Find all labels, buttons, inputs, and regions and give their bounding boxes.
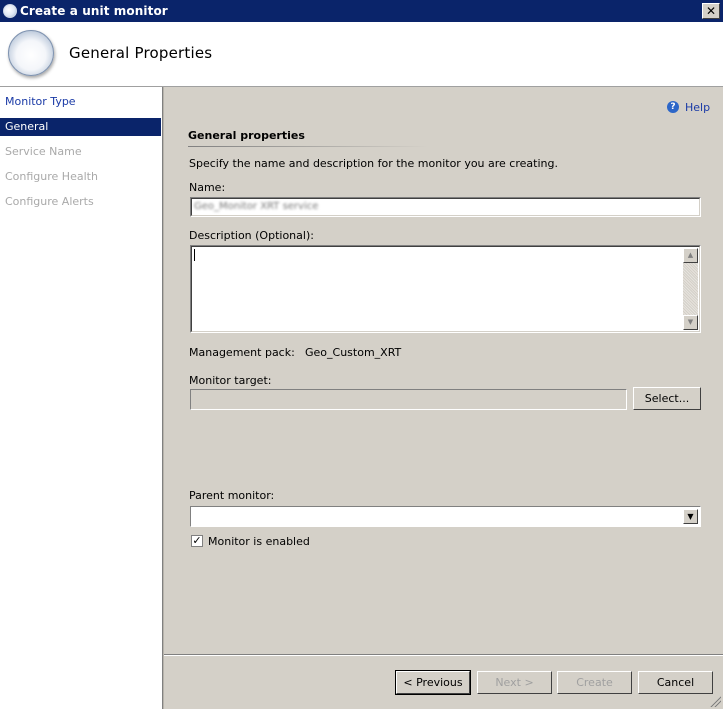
text-caret [194, 249, 195, 261]
section-divider [188, 146, 428, 147]
monitor-wizard-icon [8, 30, 54, 76]
monitor-enabled-label[interactable]: Monitor is enabled [208, 535, 310, 548]
select-target-button[interactable]: Select... [633, 387, 701, 410]
chevron-down-icon[interactable]: ▼ [683, 509, 698, 524]
monitor-enabled-checkbox[interactable]: ✓ [191, 535, 203, 547]
monitor-target-field [190, 389, 627, 410]
footer-divider [164, 654, 723, 656]
section-title: General properties [188, 129, 305, 142]
scroll-up-icon[interactable]: ▲ [683, 248, 698, 263]
title-bar: Create a unit monitor ✕ [0, 0, 723, 22]
wizard-header: General Properties [0, 22, 723, 87]
resize-grip-icon[interactable] [709, 695, 721, 707]
wizard-nav: Monitor Type General Service Name Config… [0, 87, 162, 709]
nav-item-configure-health: Configure Health [5, 170, 98, 183]
app-icon [3, 4, 17, 18]
description-label: Description (Optional): [189, 229, 314, 242]
name-value: Geo_Monitor XRT service [194, 201, 319, 212]
intro-text: Specify the name and description for the… [189, 157, 558, 170]
description-scrollbar[interactable]: ▲ ▼ [683, 248, 698, 330]
management-pack-label: Management pack: [189, 346, 295, 359]
close-button[interactable]: ✕ [702, 3, 720, 19]
page-title: General Properties [69, 44, 213, 62]
cancel-button[interactable]: Cancel [638, 671, 713, 694]
content-panel: ? Help General properties Specify the na… [164, 87, 723, 709]
help-icon: ? [667, 101, 679, 113]
nav-item-service-name: Service Name [5, 145, 82, 158]
help-label[interactable]: Help [685, 101, 710, 114]
description-textarea[interactable]: ▲ ▼ [190, 245, 701, 333]
parent-monitor-dropdown[interactable]: ▼ [190, 506, 701, 527]
parent-monitor-label: Parent monitor: [189, 489, 275, 502]
monitor-target-label: Monitor target: [189, 374, 272, 387]
previous-button[interactable]: < Previous [395, 670, 471, 695]
name-input[interactable]: Geo_Monitor XRT service [190, 197, 701, 217]
scroll-down-icon[interactable]: ▼ [683, 315, 698, 330]
nav-item-general[interactable]: General [0, 118, 161, 136]
management-pack-value: Geo_Custom_XRT [305, 346, 402, 359]
nav-item-monitor-type[interactable]: Monitor Type [0, 93, 161, 111]
create-button: Create [557, 671, 632, 694]
nav-item-configure-alerts: Configure Alerts [5, 195, 94, 208]
window-title: Create a unit monitor [20, 4, 168, 18]
next-button: Next > [477, 671, 552, 694]
name-label: Name: [189, 181, 226, 194]
